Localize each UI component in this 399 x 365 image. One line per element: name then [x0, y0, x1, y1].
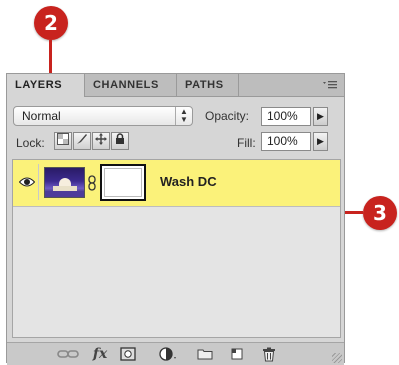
- opacity-field[interactable]: 100%: [261, 107, 311, 126]
- blend-mode-value: Normal: [22, 109, 61, 123]
- tab-channels[interactable]: CHANNELS: [85, 74, 177, 96]
- resize-grip-icon[interactable]: [332, 353, 342, 363]
- fx-icon[interactable]: fx: [87, 346, 113, 362]
- panel-tab-bar: LAYERS CHANNELS PATHS: [7, 74, 344, 97]
- tab-paths[interactable]: PATHS: [177, 74, 239, 96]
- callout-2: 2: [34, 6, 68, 40]
- chain-link-icon[interactable]: [87, 175, 97, 191]
- lock-image-pixels-button[interactable]: [73, 132, 91, 150]
- layer-row[interactable]: Wash DC: [13, 160, 340, 207]
- callout-3: 3: [363, 196, 397, 230]
- panel-menu-icon[interactable]: [322, 79, 338, 91]
- eye-icon[interactable]: [16, 164, 39, 200]
- fill-label: Fill:: [237, 136, 256, 150]
- lock-all-button[interactable]: [111, 132, 129, 150]
- blend-mode-select[interactable]: Normal ▲ ▼: [13, 106, 193, 126]
- fill-field[interactable]: 100%: [261, 132, 311, 151]
- opacity-label: Opacity:: [205, 109, 250, 123]
- up-down-arrows-icon: ▲ ▼: [175, 107, 192, 125]
- adjustment-layer-icon[interactable]: [158, 346, 180, 362]
- fill-slider-button[interactable]: ▶: [313, 132, 328, 151]
- trash-icon[interactable]: [260, 346, 278, 362]
- layers-list: Wash DC: [12, 159, 341, 338]
- layer-thumbnail: [44, 167, 85, 198]
- layer-name[interactable]: Wash DC: [160, 174, 217, 189]
- layers-panel: LAYERS CHANNELS PATHS Normal ▲ ▼ Opacity:…: [6, 73, 345, 365]
- tab-layers[interactable]: LAYERS: [7, 74, 85, 97]
- link-layers-icon[interactable]: [57, 346, 79, 362]
- new-layer-icon[interactable]: [227, 346, 247, 362]
- add-mask-icon[interactable]: [119, 346, 137, 362]
- lock-transparent-pixels-button[interactable]: [54, 132, 72, 150]
- lock-position-button[interactable]: [92, 132, 110, 150]
- group-folder-icon[interactable]: [195, 346, 215, 362]
- layer-mask-thumbnail[interactable]: [100, 164, 146, 201]
- opacity-slider-button[interactable]: ▶: [313, 107, 328, 126]
- panel-bottom-toolbar: fx: [7, 342, 344, 365]
- lock-label: Lock:: [16, 136, 45, 150]
